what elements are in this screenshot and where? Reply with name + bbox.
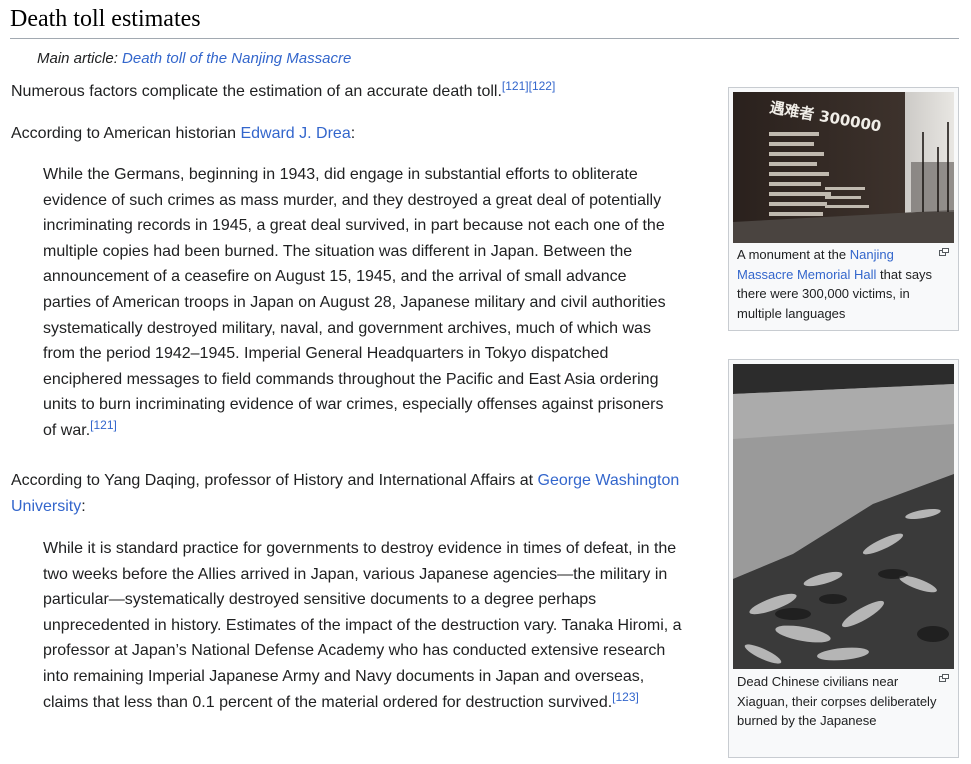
thumbnail-xiaguan: Dead Chinese civilians near Xiaguan, the…: [728, 359, 959, 758]
memorial-caption: A monument at the Nanjing Massacre Memor…: [737, 245, 953, 323]
intro-text: Numerous factors complicate the estimati…: [11, 83, 502, 100]
yang-suffix: :: [81, 497, 86, 515]
hatnote-prefix: Main article:: [37, 50, 123, 67]
memorial-wall-photo: 遇难者 300000: [733, 92, 954, 243]
ref-122-link[interactable]: [122]: [529, 79, 556, 93]
memorial-wall-image[interactable]: 遇难者 300000: [733, 92, 954, 243]
drea-suffix: :: [350, 125, 356, 142]
thumbnail-memorial: 遇难者 300000 A monument at the Nanjing Mas…: [728, 87, 959, 331]
ref-123-link[interactable]: [123]: [612, 690, 639, 704]
xiaguan-image[interactable]: [733, 364, 954, 669]
edward-drea-link[interactable]: Edward J. Drea: [240, 125, 350, 142]
ref-121-link[interactable]: [121]: [502, 79, 529, 93]
yang-quote: While it is standard practice for govern…: [43, 536, 683, 715]
drea-prefix: According to American historian: [11, 125, 241, 142]
yang-paragraph: According to Yang Daqing, professor of H…: [11, 468, 691, 519]
yang-quote-text: While it is standard practice for govern…: [43, 540, 682, 711]
hatnote: Main article: Death toll of the Nanjing …: [37, 49, 351, 69]
section-heading: Death toll estimates: [10, 4, 959, 39]
caption-prefix: A monument at the: [737, 247, 850, 262]
drea-quote: While the Germans, beginning in 1943, di…: [43, 162, 673, 444]
magnify-clip-icon[interactable]: [939, 674, 949, 682]
xiaguan-caption: Dead Chinese civilians near Xiaguan, the…: [737, 674, 937, 728]
ref-121-quote-link[interactable]: [121]: [90, 418, 117, 432]
drea-paragraph: According to American historian Edward J…: [11, 121, 355, 147]
main-article-link[interactable]: Death toll of the Nanjing Massacre: [122, 50, 351, 67]
intro-paragraph: Numerous factors complicate the estimati…: [11, 79, 555, 105]
yang-prefix: According to Yang Daqing, professor of H…: [11, 472, 538, 489]
drea-quote-text: While the Germans, beginning in 1943, di…: [43, 166, 666, 439]
xiaguan-photo: [733, 364, 954, 669]
